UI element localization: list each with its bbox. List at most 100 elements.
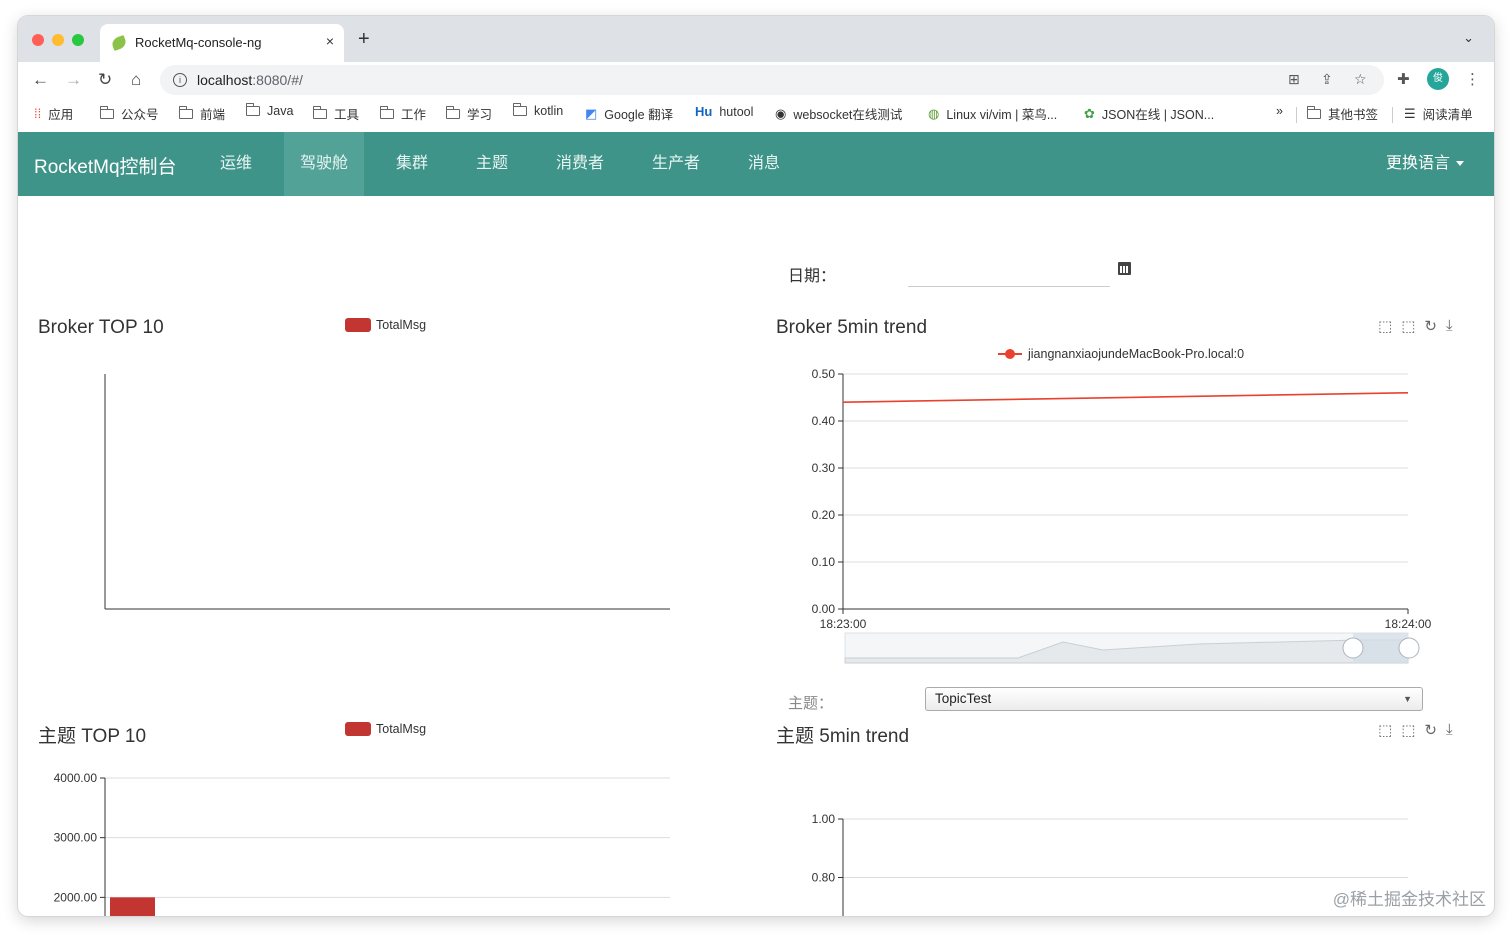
bookmark-folder[interactable]: 学习	[446, 104, 492, 123]
y-tick-label: 0.30	[812, 461, 836, 475]
broker-top-chart: 0.00 0.10 0.20 0.30 0.40 0.50 18:23:00 18:24:00…	[54, 349, 1432, 916]
bookmark-hutool[interactable]: Hu hutool	[695, 104, 753, 119]
new-tab-button[interactable]: +	[358, 29, 370, 49]
bookmark-separator	[1296, 107, 1297, 123]
chart-toolbox: ⬚ ⬚ ↻ ⤓	[1378, 721, 1453, 739]
reload-icon[interactable]: ↻	[98, 70, 112, 90]
folder-icon	[313, 105, 327, 119]
bookmark-folder[interactable]: kotlin	[513, 103, 563, 118]
browser-tab[interactable]: RocketMq-console-ng ×	[100, 24, 344, 62]
download-icon[interactable]: ⤓	[1446, 721, 1453, 739]
minimize-window-button[interactable]	[52, 34, 64, 46]
bookmark-apps[interactable]: ⁞⁞ 应用	[34, 104, 73, 123]
download-icon[interactable]: ⤓	[1446, 317, 1453, 335]
dropdown-arrow-icon: ▼	[1403, 694, 1412, 704]
forward-icon[interactable]: →	[65, 70, 82, 90]
apps-grid-icon: ⁞⁞	[34, 106, 42, 121]
bookmarks-bar: ⁞⁞ 应用 公众号 前端 Java 工具 工作 学习 kotlin ◩ Google…	[18, 98, 1494, 133]
menu-kebab-icon[interactable]: ⋮	[1465, 70, 1480, 88]
reading-list[interactable]: ☰ 阅读清单	[1404, 104, 1473, 123]
y-tick-label: 4000.00	[54, 771, 98, 785]
maximize-window-button[interactable]	[72, 34, 84, 46]
runoob-icon: ◍	[928, 105, 940, 121]
language-dropdown[interactable]: 更换语言	[1386, 132, 1464, 196]
folder-icon	[513, 103, 527, 116]
y-tick-label: 3000.00	[54, 831, 98, 845]
nav-dashboard[interactable]: 驾驶舱	[284, 132, 364, 196]
browser-toolbar: ← → ↻ ⌂ i localhost:8080/#/ ⊞ ⇪ ☆ ✚ 俊 ⋮	[18, 62, 1494, 98]
topic-select[interactable]: TopicTest ▼	[925, 687, 1423, 711]
hutool-icon: Hu	[695, 104, 713, 119]
topic-top-title: 主题 TOP 10	[38, 726, 147, 747]
x-tick-label: 18:24:00	[1385, 617, 1432, 631]
bookmarks-overflow-button[interactable]: »	[1276, 104, 1283, 118]
bookmark-folder[interactable]: 公众号	[100, 104, 159, 123]
folder-icon	[100, 105, 114, 119]
y-tick-label: 0.50	[812, 367, 836, 381]
restore-icon[interactable]: ↻	[1424, 317, 1437, 335]
series-line	[842, 392, 1409, 403]
google-translate-icon: ◩	[585, 105, 598, 121]
nav-ops[interactable]: 运维	[204, 132, 268, 196]
topic-select-value: TopicTest	[935, 691, 992, 706]
legend-dot-marker	[1005, 349, 1015, 359]
restore-icon[interactable]: ↻	[1424, 721, 1437, 739]
chart-toolbox: ⬚ ⬚ ↻ ⤓	[1378, 317, 1453, 335]
bookmark-folder[interactable]: Java	[246, 103, 293, 118]
bookmark-folder[interactable]: 工具	[313, 104, 359, 123]
bar	[110, 897, 155, 916]
folder-icon	[246, 103, 260, 116]
home-icon[interactable]: ⌂	[131, 70, 141, 90]
bookmark-websocket[interactable]: ◉ websocket在线测试	[775, 104, 902, 123]
y-tick-label: 0.10	[812, 555, 836, 569]
nav-topic[interactable]: 主题	[460, 132, 524, 196]
x-tick-label: 18:23:00	[820, 617, 867, 631]
folder-icon	[446, 105, 460, 119]
json-gear-icon: ✿	[1084, 105, 1095, 121]
bookmark-google-translate[interactable]: ◩ Google 翻译	[585, 104, 673, 123]
zoom-reset-icon[interactable]: ⬚	[1401, 317, 1415, 335]
tab-search-chevron-icon[interactable]: ⌄	[1463, 30, 1474, 46]
site-info-icon[interactable]: i	[173, 73, 187, 87]
bookmark-folder[interactable]: 工作	[380, 104, 426, 123]
zoom-icon[interactable]: ⬚	[1378, 721, 1392, 739]
brand-title[interactable]: RocketMq控制台	[34, 152, 177, 179]
y-tick-label: 0.40	[812, 414, 836, 428]
tab-close-icon[interactable]: ×	[326, 33, 334, 49]
close-window-button[interactable]	[32, 34, 44, 46]
url-text: localhost:8080/#/	[197, 72, 303, 88]
bookmark-folder[interactable]: 前端	[179, 104, 225, 123]
profile-avatar[interactable]: 俊	[1427, 68, 1449, 90]
spring-leaf-icon	[110, 34, 128, 52]
folder-icon	[1307, 105, 1321, 119]
nav-consumer[interactable]: 消费者	[540, 132, 620, 196]
extensions-puzzle-icon[interactable]: ✚	[1397, 70, 1410, 88]
address-bar[interactable]: i localhost:8080/#/ ⊞ ⇪ ☆	[160, 65, 1384, 95]
folder-icon	[179, 105, 193, 119]
translate-icon[interactable]: ⊞	[1288, 71, 1300, 88]
legend-label: jiangnanxiaojundeMacBook-Pro.local:0	[1028, 347, 1245, 361]
y-tick-label: 1.00	[812, 812, 836, 826]
datazoom-handle-right	[1398, 637, 1420, 659]
app-navbar: RocketMq控制台 运维 驾驶舱 集群 主题 消费者 生产者 消息 更换语言	[18, 132, 1494, 196]
other-bookmarks[interactable]: 其他书签	[1307, 104, 1378, 123]
bookmark-separator	[1392, 107, 1393, 123]
bookmark-runoob[interactable]: ◍ Linux vi/vim | 菜鸟...	[928, 104, 1057, 123]
nav-cluster[interactable]: 集群	[380, 132, 444, 196]
zoom-icon[interactable]: ⬚	[1378, 317, 1392, 335]
reading-list-icon: ☰	[1404, 105, 1416, 121]
zoom-reset-icon[interactable]: ⬚	[1401, 721, 1415, 739]
bookmark-json[interactable]: ✿ JSON在线 | JSON...	[1084, 104, 1214, 123]
datazoom-handle-left	[1342, 637, 1364, 659]
bookmark-star-icon[interactable]: ☆	[1354, 71, 1367, 88]
back-icon[interactable]: ←	[32, 70, 49, 90]
tab-strip: RocketMq-console-ng × + ⌄	[18, 16, 1494, 62]
share-icon[interactable]: ⇪	[1321, 71, 1333, 88]
nav-message[interactable]: 消息	[732, 132, 796, 196]
y-tick-label: 2000.00	[54, 890, 98, 904]
nav-producer[interactable]: 生产者	[636, 132, 716, 196]
legend-label: TotalMsg	[376, 722, 427, 736]
legend-swatch[interactable]	[345, 722, 371, 736]
y-tick-label: 0.80	[812, 871, 836, 885]
watermark: @稀土掘金技术社区	[1332, 890, 1486, 909]
